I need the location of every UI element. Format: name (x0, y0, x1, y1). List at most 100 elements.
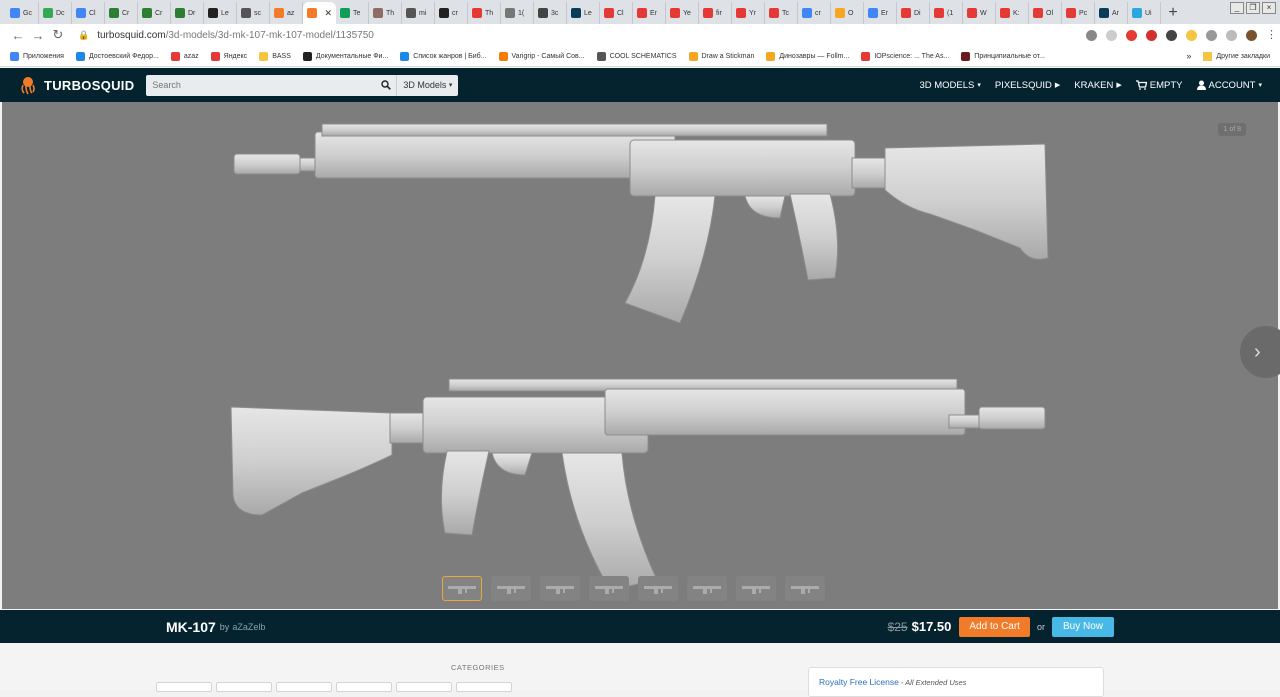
bookmark-item[interactable]: Приложения (10, 51, 64, 61)
adblock-icon[interactable] (1146, 29, 1157, 41)
turbosquid-logo[interactable]: TURBOSQUID (18, 75, 134, 95)
bookmark-item[interactable]: Достоевский Федор... (75, 51, 159, 61)
browser-tab[interactable]: sc (237, 2, 270, 24)
close-tab-icon[interactable]: ✕ (324, 8, 332, 19)
browser-tab[interactable]: az (270, 2, 303, 24)
thumbnail[interactable] (687, 576, 727, 601)
browser-tab[interactable]: Cl (600, 2, 633, 24)
thumbnail[interactable] (589, 576, 629, 601)
thumbnail[interactable] (785, 576, 825, 601)
royalty-free-license-link[interactable]: Royalty Free License (819, 677, 899, 687)
bookmark-item[interactable]: Динозавры — Follm... (766, 51, 849, 61)
browser-tab[interactable]: Le (567, 2, 600, 24)
nav-3d-models[interactable]: 3D MODELS ▾ (919, 80, 980, 91)
opera-icon[interactable] (1126, 29, 1137, 41)
thumbnail[interactable] (736, 576, 776, 601)
browser-tab[interactable]: Ui (1128, 2, 1161, 24)
browser-tab[interactable]: Er (864, 2, 897, 24)
browser-tab[interactable]: Tc (765, 2, 798, 24)
nav-kraken[interactable]: KRAKEN ▶ (1074, 80, 1121, 91)
buy-now-button[interactable]: Buy Now (1051, 616, 1114, 637)
category-chip[interactable] (216, 682, 272, 692)
author-link[interactable]: aZaZelb (232, 622, 265, 632)
bookmark-item[interactable]: COOL SCHEMATICS (596, 51, 677, 61)
browser-tab[interactable]: 3c (534, 2, 567, 24)
close-window-icon[interactable]: × (1262, 2, 1276, 14)
model-viewer[interactable]: 1 of 8 › (2, 102, 1280, 609)
browser-tab[interactable]: mi (402, 2, 435, 24)
bookmark-item[interactable]: Яндекс (210, 51, 247, 61)
browser-tab[interactable]: Er (633, 2, 666, 24)
back-icon[interactable]: ← (8, 28, 28, 43)
browser-tab[interactable]: Th (468, 2, 501, 24)
thumbnail[interactable] (540, 576, 580, 601)
circle-icon[interactable] (1226, 29, 1237, 41)
address-bar[interactable]: 🔒 turbosquid.com/3d-models/3d-mk-107-mk-… (78, 30, 1086, 41)
tab-favicon-icon (802, 8, 812, 18)
category-chip[interactable] (336, 682, 392, 692)
bookmark-item[interactable]: azaz (170, 51, 199, 61)
restore-icon[interactable]: ❐ (1246, 2, 1260, 14)
extension-icon[interactable] (1166, 29, 1177, 41)
new-tab-icon[interactable]: + (1161, 2, 1185, 24)
reload-icon[interactable]: ↻ (48, 27, 68, 43)
puzzle-icon[interactable] (1206, 29, 1217, 41)
browser-tab[interactable]: fir (699, 2, 732, 24)
bookmark-item[interactable]: Draw a Stickman (688, 51, 754, 61)
browser-tab[interactable]: (1 (930, 2, 963, 24)
browser-tab[interactable]: O (831, 2, 864, 24)
browser-tab[interactable]: K: (996, 2, 1029, 24)
bookmark-item[interactable]: BASS (259, 51, 291, 61)
nav-pixelsquid[interactable]: PIXELSQUID ▶ (995, 80, 1060, 91)
browser-tab[interactable]: Te (336, 2, 369, 24)
key-icon[interactable] (1086, 29, 1097, 41)
nav-cart[interactable]: EMPTY (1135, 80, 1183, 91)
bookmark-item[interactable]: Список жанров | Биб... (400, 51, 487, 61)
browser-tab[interactable]: Yr (732, 2, 765, 24)
search-icon[interactable] (376, 80, 396, 90)
browser-tab[interactable]: Gc (6, 2, 39, 24)
browser-tab[interactable]: Le (204, 2, 237, 24)
search-category-dropdown[interactable]: 3D Models ▾ (396, 74, 458, 96)
browser-tab[interactable]: cr (798, 2, 831, 24)
browser-tab[interactable]: Cr (105, 2, 138, 24)
category-chip[interactable] (156, 682, 212, 692)
bookmark-item[interactable]: Принципиальные от... (961, 51, 1045, 61)
browser-tab[interactable]: Di (897, 2, 930, 24)
browser-tab[interactable]: Dr (171, 2, 204, 24)
nav-account[interactable]: ACCOUNT ▾ (1196, 80, 1262, 91)
browser-tab[interactable]: Ol (1029, 2, 1062, 24)
add-to-cart-button[interactable]: Add to Cart (959, 616, 1030, 637)
menu-icon[interactable]: ⋮ (1266, 29, 1277, 41)
thumbnail[interactable] (638, 576, 678, 601)
bookmark-item[interactable]: Документальные Фи... (302, 51, 388, 61)
browser-tab[interactable]: Ye (666, 2, 699, 24)
avatar[interactable] (1246, 29, 1257, 41)
thumbnail[interactable] (491, 576, 531, 601)
browser-tab[interactable]: Ar (1095, 2, 1128, 24)
browser-tab[interactable]: Th (369, 2, 402, 24)
browser-tab[interactable]: cr (435, 2, 468, 24)
forward-icon[interactable]: → (28, 28, 48, 43)
browser-tab[interactable]: W (963, 2, 996, 24)
browser-tab[interactable]: Cr (138, 2, 171, 24)
browser-tab[interactable]: 1( (501, 2, 534, 24)
note-icon[interactable] (1186, 29, 1197, 41)
bookmarks-more[interactable]: » (1186, 51, 1191, 61)
browser-tab[interactable]: Pc (1062, 2, 1095, 24)
browser-tab[interactable]: Dc (39, 2, 72, 24)
next-image-arrow[interactable]: › (1240, 326, 1280, 378)
thumbnail[interactable] (442, 576, 482, 601)
minimize-icon[interactable]: _ (1230, 2, 1244, 14)
browser-tab[interactable]: Cl (72, 2, 105, 24)
browser-tab[interactable]: ✕ (303, 2, 336, 24)
category-chip[interactable] (456, 682, 512, 692)
search-input[interactable] (146, 75, 377, 95)
category-chip[interactable] (276, 682, 332, 692)
bookmark-item[interactable]: Varigrip - Самый Сов... (498, 51, 585, 61)
star-icon[interactable] (1106, 29, 1117, 41)
category-chip[interactable] (396, 682, 452, 692)
other-bookmarks[interactable]: Другие закладки (1216, 53, 1270, 60)
bookmark-item[interactable]: IOPscience: ... The As... (861, 51, 949, 61)
tab-label: cr (815, 9, 821, 17)
